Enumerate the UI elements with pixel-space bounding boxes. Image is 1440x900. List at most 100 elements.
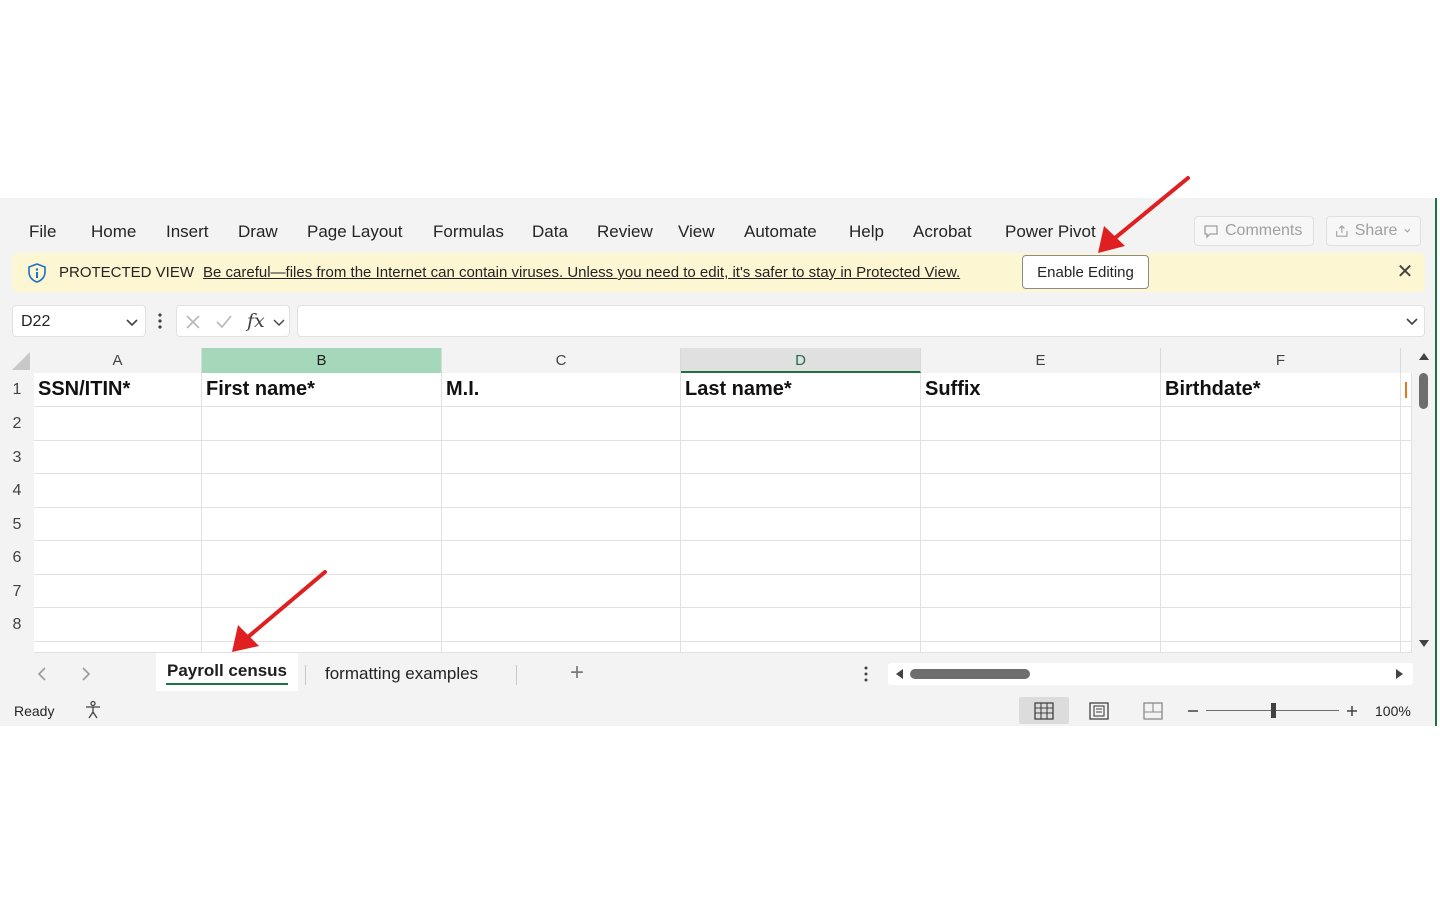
row-header-1[interactable]: 1 [0, 373, 34, 407]
row-header-5[interactable]: 5 [0, 508, 34, 541]
cancel-icon[interactable] [185, 314, 201, 330]
cell-d3[interactable] [681, 441, 921, 474]
cell-d6[interactable] [681, 541, 921, 575]
cell-a3[interactable] [34, 441, 202, 474]
cell-c5[interactable] [442, 508, 681, 541]
tab-power-pivot[interactable]: Power Pivot [1005, 222, 1096, 242]
tab-data[interactable]: Data [532, 222, 568, 242]
cell-c3[interactable] [442, 441, 681, 474]
chevron-right-icon[interactable] [80, 666, 92, 682]
zoom-percentage[interactable]: 100% [1375, 703, 1411, 719]
cell-e8[interactable] [921, 608, 1161, 642]
cell-f8[interactable] [1161, 608, 1401, 642]
row-header-partial[interactable] [0, 642, 34, 653]
scroll-left-icon[interactable] [894, 668, 904, 680]
row-header-6[interactable]: 6 [0, 541, 34, 575]
cell-c6[interactable] [442, 541, 681, 575]
page-layout-view-button[interactable] [1074, 697, 1124, 724]
tab-draw[interactable]: Draw [238, 222, 278, 242]
cell-f3[interactable] [1161, 441, 1401, 474]
row-header-8[interactable]: 8 [0, 608, 34, 642]
tab-page-layout[interactable]: Page Layout [307, 222, 402, 242]
zoom-slider-thumb[interactable] [1271, 703, 1276, 718]
cell-d4[interactable] [681, 474, 921, 508]
cell-f9[interactable] [1161, 642, 1401, 653]
formula-input[interactable] [297, 305, 1425, 337]
horizontal-scroll-thumb[interactable] [910, 669, 1030, 679]
row-header-2[interactable]: 2 [0, 407, 34, 441]
more-options-icon[interactable] [862, 665, 870, 683]
column-header-c[interactable]: C [442, 348, 681, 373]
cell-a7[interactable] [34, 575, 202, 608]
cell-f4[interactable] [1161, 474, 1401, 508]
cell-e5[interactable] [921, 508, 1161, 541]
cell-a1[interactable]: SSN/ITIN* [34, 373, 202, 407]
column-header-f[interactable]: F [1161, 348, 1401, 373]
tab-help[interactable]: Help [849, 222, 884, 242]
cell-f2[interactable] [1161, 407, 1401, 441]
page-break-preview-button[interactable] [1128, 697, 1178, 724]
cell-b3[interactable] [202, 441, 442, 474]
vertical-scrollbar[interactable] [1412, 348, 1435, 653]
select-all-corner[interactable] [0, 348, 34, 373]
cell-b4[interactable] [202, 474, 442, 508]
cell-e7[interactable] [921, 575, 1161, 608]
cell-b2[interactable] [202, 407, 442, 441]
scroll-down-icon[interactable] [1418, 639, 1430, 649]
tab-view[interactable]: View [678, 222, 715, 242]
cell-g1[interactable] [1401, 373, 1412, 407]
column-header-e[interactable]: E [921, 348, 1161, 373]
zoom-in-icon[interactable] [1346, 705, 1358, 717]
cell-g8[interactable] [1401, 608, 1412, 642]
checkmark-icon[interactable] [215, 314, 233, 330]
row-header-4[interactable]: 4 [0, 474, 34, 508]
tab-home[interactable]: Home [91, 222, 136, 242]
cell-g5[interactable] [1401, 508, 1412, 541]
cell-c2[interactable] [442, 407, 681, 441]
cell-f7[interactable] [1161, 575, 1401, 608]
cell-g3[interactable] [1401, 441, 1412, 474]
cell-d7[interactable] [681, 575, 921, 608]
chevron-down-icon[interactable] [125, 315, 139, 329]
cell-c9[interactable] [442, 642, 681, 653]
add-sheet-icon[interactable]: + [570, 659, 584, 687]
cell-b9[interactable] [202, 642, 442, 653]
sheet-tab-formatting-examples[interactable]: formatting examples [312, 653, 512, 691]
name-box[interactable]: D22 [12, 305, 146, 337]
cell-g9[interactable] [1401, 642, 1412, 653]
comments-button[interactable]: Comments [1194, 216, 1314, 246]
cell-a2[interactable] [34, 407, 202, 441]
cell-a8[interactable] [34, 608, 202, 642]
accessibility-icon[interactable] [83, 700, 103, 720]
scroll-right-icon[interactable] [1395, 668, 1405, 680]
cell-b6[interactable] [202, 541, 442, 575]
column-header-partial[interactable] [1401, 348, 1412, 373]
cell-a9[interactable] [34, 642, 202, 653]
cell-d9[interactable] [681, 642, 921, 653]
tab-file[interactable]: File [29, 222, 56, 242]
enable-editing-button[interactable]: Enable Editing [1022, 255, 1149, 289]
normal-view-button[interactable] [1019, 697, 1069, 724]
cell-e2[interactable] [921, 407, 1161, 441]
cell-c7[interactable] [442, 575, 681, 608]
scroll-up-icon[interactable] [1418, 351, 1430, 361]
cell-a6[interactable] [34, 541, 202, 575]
sheet-tab-payroll-census[interactable]: Payroll census [156, 653, 298, 691]
tab-review[interactable]: Review [597, 222, 653, 242]
tab-automate[interactable]: Automate [744, 222, 817, 242]
horizontal-scrollbar[interactable] [888, 663, 1413, 685]
chevron-left-icon[interactable] [36, 666, 48, 682]
cell-f5[interactable] [1161, 508, 1401, 541]
cell-g2[interactable] [1401, 407, 1412, 441]
protected-view-message[interactable]: Be careful—files from the Internet can c… [203, 264, 960, 281]
cell-d2[interactable] [681, 407, 921, 441]
tab-insert[interactable]: Insert [166, 222, 209, 242]
cell-c8[interactable] [442, 608, 681, 642]
more-options-icon[interactable] [155, 310, 165, 332]
cell-e1[interactable]: Suffix [921, 373, 1161, 407]
cell-e9[interactable] [921, 642, 1161, 653]
cell-g6[interactable] [1401, 541, 1412, 575]
close-icon[interactable]: ✕ [1395, 262, 1415, 282]
expand-formula-bar-icon[interactable] [1405, 315, 1419, 329]
cell-b5[interactable] [202, 508, 442, 541]
